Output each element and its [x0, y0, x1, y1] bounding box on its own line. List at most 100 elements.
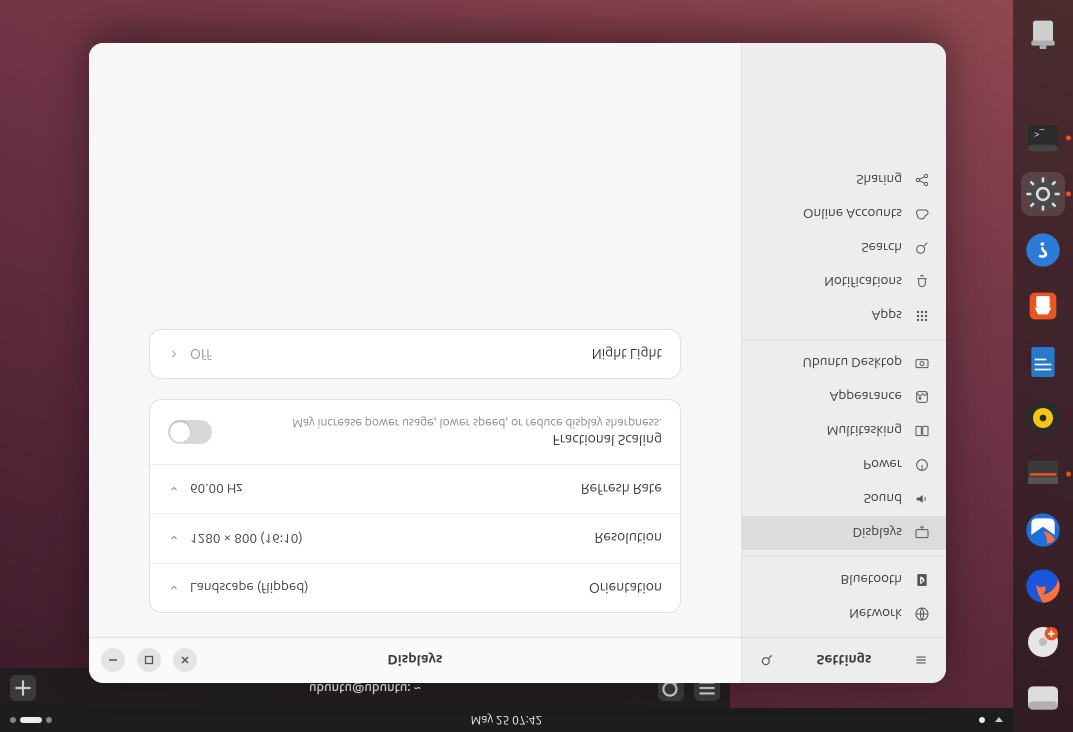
svg-text:?: ?	[1038, 238, 1048, 262]
maximize-icon	[144, 656, 154, 666]
system-status-area[interactable]	[979, 708, 1003, 732]
sidebar-item-label: Search	[861, 240, 902, 256]
rhythmbox-icon[interactable]	[1021, 396, 1065, 440]
disks-icon[interactable]	[1021, 620, 1065, 664]
night-light-value: Off	[190, 346, 212, 362]
chevron-down-icon	[995, 718, 1003, 723]
sidebar-item-search[interactable]: Search	[742, 231, 946, 265]
orientation-value: Landscape (flipped)	[190, 580, 309, 596]
fractional-scaling-toggle[interactable]	[168, 420, 212, 444]
sidebar-item-label: Apps	[872, 308, 902, 324]
settings-content-header: Displays	[89, 637, 741, 683]
multitasking-icon	[914, 423, 930, 439]
dock: ? >_	[1013, 0, 1073, 732]
power-icon	[914, 457, 930, 473]
settings-content: Displays Orientation Landscape (flipped)…	[89, 43, 741, 683]
fractional-scaling-row[interactable]: Fractional Scaling May increase power us…	[150, 400, 680, 464]
ubuntu-icon	[914, 355, 930, 371]
sidebar-item-displays[interactable]: Displays	[742, 516, 946, 550]
settings-title: Settings	[816, 653, 871, 669]
sidebar-item-sharing[interactable]: Sharing	[742, 163, 946, 197]
orientation-row[interactable]: Orientation Landscape (flipped)	[150, 563, 680, 612]
sidebar-item-network[interactable]: Network	[742, 597, 946, 631]
settings-sidebar-header: Settings	[742, 637, 946, 683]
resolution-value: 1280 × 800 (16∶10)	[190, 530, 303, 547]
orientation-label: Orientation	[589, 580, 662, 596]
minimize-icon	[108, 656, 118, 666]
sidebar-item-sound[interactable]: Sound	[742, 482, 946, 516]
window-maximize-button[interactable]	[137, 649, 161, 673]
terminal-dock-icon[interactable]: >_	[1021, 116, 1065, 160]
network-icon	[914, 606, 930, 622]
sidebar-item-label: Multitasking	[827, 423, 902, 439]
window-minimize-button[interactable]	[101, 649, 125, 673]
appearance-icon	[914, 389, 930, 405]
help-icon[interactable]: ?	[1021, 228, 1065, 272]
sidebar-item-online-accounts[interactable]: Online Accounts	[742, 197, 946, 231]
sidebar-item-label: Displays	[853, 525, 902, 541]
sidebar-item-label: Power	[863, 457, 902, 473]
settings-sidebar-list: Network Bluetooth Displays Sound Power Multit…	[742, 43, 946, 637]
refresh-rate-value: 60.00 Hz	[190, 481, 243, 497]
window-close-button[interactable]	[173, 649, 197, 673]
activities-indicator[interactable]	[10, 708, 52, 732]
sidebar-item-power[interactable]: Power	[742, 448, 946, 482]
sidebar-item-multitasking[interactable]: Multitasking	[742, 414, 946, 448]
toggle-knob-icon	[170, 422, 190, 442]
bluetooth-icon	[914, 572, 930, 588]
settings-dock-icon[interactable]	[1021, 172, 1065, 216]
sidebar-item-label: Notifications	[824, 274, 902, 290]
sharing-icon	[914, 172, 930, 188]
close-icon	[180, 656, 190, 666]
refresh-rate-label: Refresh Rate	[581, 481, 662, 497]
sidebar-item-apps[interactable]: Apps	[742, 299, 946, 333]
sidebar-item-label: Online Accounts	[803, 206, 902, 222]
chevron-down-icon	[168, 483, 180, 495]
refresh-rate-row[interactable]: Refresh Rate 60.00 Hz	[150, 464, 680, 513]
pill-icon	[20, 717, 42, 723]
notifications-icon	[914, 274, 930, 290]
cloud-icon	[914, 206, 930, 222]
terminal-title: ubuntu@ubuntu: ~	[309, 681, 421, 695]
settings-menu-button[interactable]	[908, 648, 934, 674]
software-store-icon[interactable]	[1021, 284, 1065, 328]
hamburger-icon	[914, 654, 928, 668]
search-icon	[914, 240, 930, 256]
fractional-scaling-sub: May increase power usage, lower speed, o…	[292, 416, 662, 429]
clock[interactable]: May 25 07:42	[471, 714, 542, 727]
libreoffice-writer-icon[interactable]	[1021, 340, 1065, 384]
thunderbird-icon[interactable]	[1021, 508, 1065, 552]
chevron-right-icon	[168, 348, 180, 360]
displays-icon	[914, 525, 930, 541]
fractional-scaling-label: Fractional Scaling	[553, 432, 662, 448]
sidebar-item-label: Appearance	[830, 389, 902, 405]
svg-text:>_: >_	[1034, 129, 1045, 140]
sidebar-separator	[742, 556, 946, 557]
settings-search-button[interactable]	[754, 648, 780, 674]
search-icon	[760, 654, 774, 668]
sidebar-item-label: Bluetooth	[841, 572, 902, 588]
sidebar-item-appearance[interactable]: Appearance	[742, 380, 946, 414]
files-icon[interactable]	[1021, 676, 1065, 720]
display-settings-group: Orientation Landscape (flipped) Resoluti…	[149, 399, 681, 613]
apps-icon	[914, 308, 930, 324]
trash-icon[interactable]	[1021, 12, 1065, 56]
night-light-row[interactable]: Night Light Off	[150, 330, 680, 378]
gnome-topbar: May 25 07:42	[0, 708, 1013, 732]
sidebar-item-label: Sharing	[856, 172, 902, 188]
status-dot-icon	[979, 717, 985, 723]
terminal-new-tab-button[interactable]	[10, 675, 36, 701]
resolution-row[interactable]: Resolution 1280 × 800 (16∶10)	[150, 513, 680, 563]
sidebar-separator	[742, 339, 946, 340]
night-light-group: Night Light Off	[149, 329, 681, 379]
nautilus-icon[interactable]	[1021, 452, 1065, 496]
resolution-label: Resolution	[595, 531, 662, 547]
firefox-icon[interactable]	[1021, 564, 1065, 608]
sidebar-item-ubuntu-desktop[interactable]: Ubuntu Desktop	[742, 346, 946, 380]
chevron-down-icon	[168, 582, 180, 594]
sidebar-item-notifications[interactable]: Notifications	[742, 265, 946, 299]
sidebar-item-label: Ubuntu Desktop	[803, 355, 902, 371]
sidebar-item-bluetooth[interactable]: Bluetooth	[742, 563, 946, 597]
content-title: Displays	[387, 653, 442, 669]
sidebar-item-label: Sound	[864, 491, 902, 507]
